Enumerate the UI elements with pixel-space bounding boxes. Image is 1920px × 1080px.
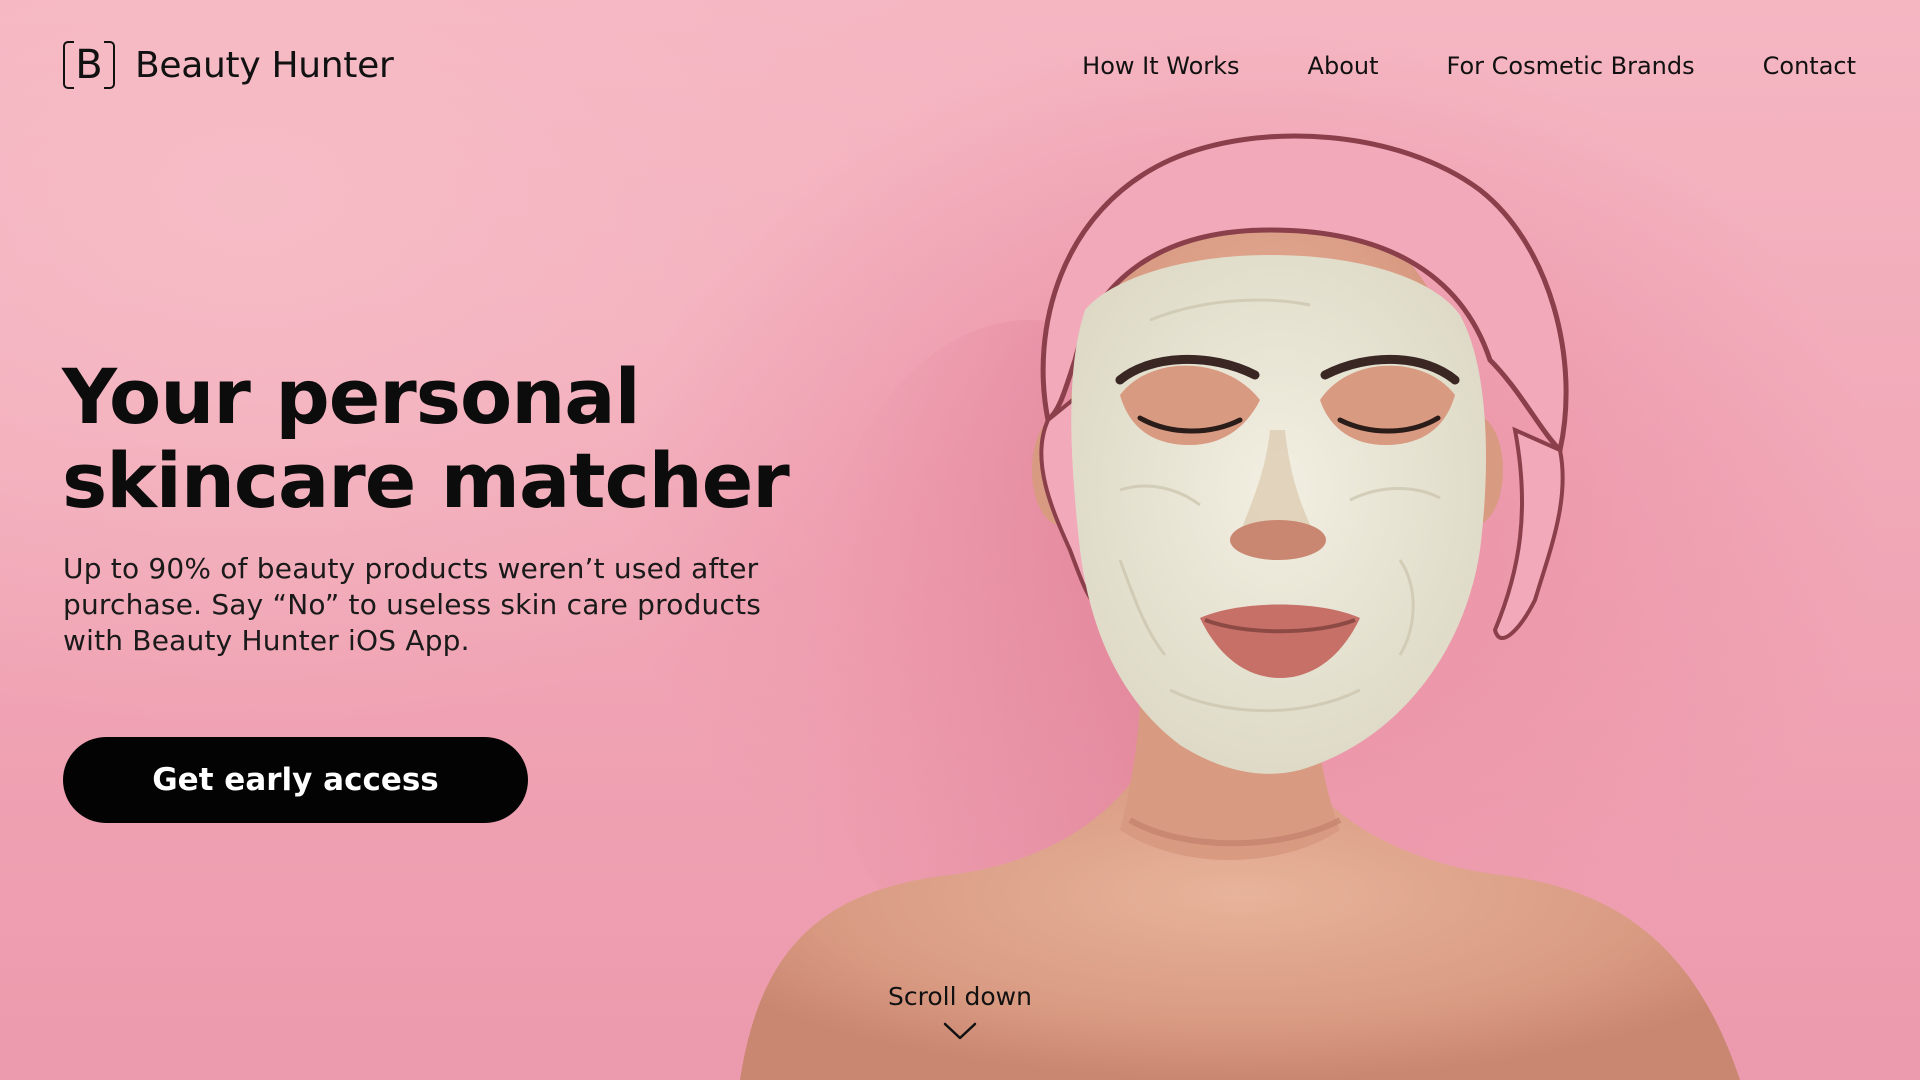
brand-logo[interactable]: B Beauty Hunter (63, 39, 394, 91)
hero-headline: Your personal skincare matcher (62, 355, 822, 523)
nav-how-it-works[interactable]: How It Works (1082, 52, 1239, 80)
get-early-access-button[interactable]: Get early access (63, 737, 528, 823)
brand-name: Beauty Hunter (135, 44, 394, 86)
nav-about[interactable]: About (1308, 52, 1379, 80)
headline-line-2: skincare matcher (62, 436, 790, 525)
hero-subtext: Up to 90% of beauty products weren’t use… (63, 552, 762, 657)
nose-tip (1230, 520, 1326, 560)
site-header: B Beauty Hunter How It Works About For C… (0, 0, 1920, 130)
scroll-down[interactable]: Scroll down (860, 982, 1060, 1041)
nav-for-cosmetic-brands[interactable]: For Cosmetic Brands (1447, 52, 1695, 80)
nav-contact[interactable]: Contact (1763, 52, 1856, 80)
hero-image (740, 133, 1740, 1080)
headline-line-1: Your personal (62, 352, 641, 441)
main-nav: How It Works About For Cosmetic Brands C… (1082, 52, 1856, 80)
logo-icon: B (63, 39, 115, 91)
chevron-down-icon (943, 1022, 977, 1040)
cap-right-fold (1492, 426, 1565, 640)
scroll-down-label: Scroll down (888, 982, 1032, 1011)
logo-letter: B (75, 42, 103, 88)
